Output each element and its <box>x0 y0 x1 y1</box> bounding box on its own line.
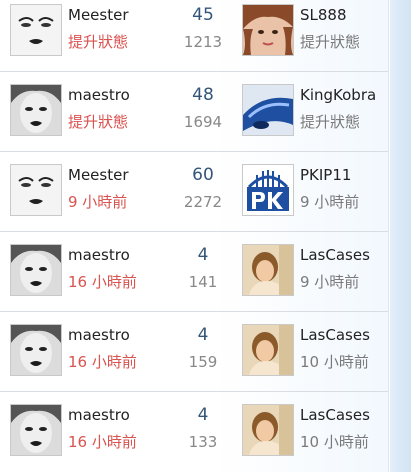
player1-name[interactable]: maestro <box>68 406 130 424</box>
player2-name[interactable]: LasCases <box>300 326 370 344</box>
player2-name[interactable]: KingKobra <box>300 86 376 104</box>
player1-status: 提升狀態 <box>68 33 129 51</box>
match-row[interactable]: maestro 16 小時前 4 133 LasCases 10 小時前 <box>0 392 388 472</box>
player1-name[interactable]: maestro <box>68 86 130 104</box>
avatar-meester-icon[interactable] <box>10 164 62 216</box>
match-score: 60 <box>192 165 214 185</box>
match-score: 4 <box>197 245 209 265</box>
avatar-pkip11-icon[interactable] <box>242 164 294 216</box>
match-count: 159 <box>188 353 218 371</box>
player2-name[interactable]: LasCases <box>300 246 370 264</box>
match-row[interactable]: maestro 16 小時前 4 141 LasCases 9 小時前 <box>0 232 388 312</box>
player2-name[interactable]: PKIP11 <box>300 166 351 184</box>
match-count: 2272 <box>183 193 223 211</box>
match-count: 141 <box>188 273 218 291</box>
match-score: 4 <box>197 325 209 345</box>
player2-name[interactable]: LasCases <box>300 406 370 424</box>
player1-name[interactable]: Meester <box>68 166 129 184</box>
match-count: 1213 <box>183 33 223 51</box>
player1-status: 16 小時前 <box>68 353 137 371</box>
player2-status: 提升狀態 <box>300 33 361 51</box>
match-list: Meester 提升狀態 45 1213 SL888 提升狀態 maestro … <box>0 0 389 472</box>
player1-status: 16 小時前 <box>68 273 137 291</box>
match-row[interactable]: maestro 16 小時前 4 159 LasCases 10 小時前 <box>0 312 388 392</box>
match-count: 133 <box>188 433 218 451</box>
avatar-maestro-icon[interactable] <box>10 84 62 136</box>
avatar-meester-icon[interactable] <box>10 4 62 56</box>
player1-status: 提升狀態 <box>68 113 129 131</box>
avatar-lascases-icon[interactable] <box>242 404 294 456</box>
avatar-lascases-icon[interactable] <box>242 324 294 376</box>
player2-status: 9 小時前 <box>300 193 360 211</box>
match-count: 1694 <box>183 113 223 131</box>
player2-status: 9 小時前 <box>300 273 360 291</box>
player1-name[interactable]: maestro <box>68 246 130 264</box>
match-row[interactable]: maestro 提升狀態 48 1694 KingKobra 提升狀態 <box>0 72 388 152</box>
avatar-maestro-icon[interactable] <box>10 244 62 296</box>
player1-name[interactable]: maestro <box>68 326 130 344</box>
avatar-maestro-icon[interactable] <box>10 404 62 456</box>
match-row[interactable]: Meester 提升狀態 45 1213 SL888 提升狀態 <box>0 0 388 72</box>
player2-status: 提升狀態 <box>300 113 361 131</box>
player2-status: 10 小時前 <box>300 353 369 371</box>
avatar-lascases-icon[interactable] <box>242 244 294 296</box>
player2-status: 10 小時前 <box>300 433 369 451</box>
side-gutter <box>390 0 411 472</box>
player1-status: 16 小時前 <box>68 433 137 451</box>
avatar-maestro-icon[interactable] <box>10 324 62 376</box>
player1-status: 9 小時前 <box>68 193 128 211</box>
match-score: 4 <box>197 405 209 425</box>
match-score: 48 <box>192 85 214 105</box>
match-score: 45 <box>192 5 214 25</box>
player1-name[interactable]: Meester <box>68 6 129 24</box>
avatar-kingkobra-icon[interactable] <box>242 84 294 136</box>
avatar-sl888-icon[interactable] <box>242 4 294 56</box>
player2-name[interactable]: SL888 <box>300 6 347 24</box>
match-row[interactable]: Meester 9 小時前 60 2272 PKIP11 9 小時前 <box>0 152 388 232</box>
